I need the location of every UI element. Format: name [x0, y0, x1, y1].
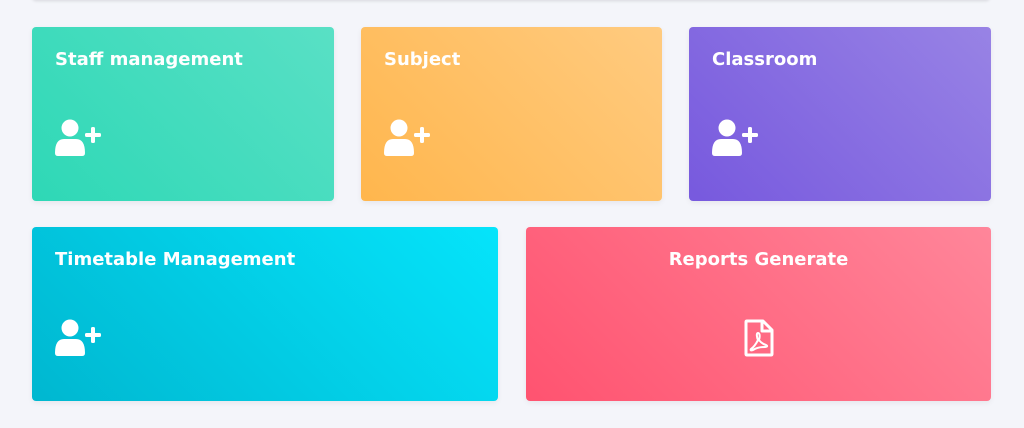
card-title: Staff management [55, 49, 243, 70]
user-plus-icon [55, 319, 101, 356]
timetable-management-card[interactable]: Timetable Management [32, 227, 498, 401]
card-title: Classroom [712, 49, 818, 70]
reports-generate-card[interactable]: Reports Generate [526, 227, 991, 401]
file-pdf-icon [744, 319, 773, 357]
card-title: Timetable Management [55, 249, 296, 270]
staff-management-card[interactable]: Staff management [32, 27, 334, 201]
classroom-card[interactable]: Classroom [689, 27, 991, 201]
card-title: Subject [384, 49, 461, 70]
user-plus-icon [55, 119, 101, 156]
subject-card[interactable]: Subject [361, 27, 662, 201]
card-title: Reports Generate [668, 249, 849, 270]
user-plus-icon [712, 119, 758, 156]
user-plus-icon [384, 119, 430, 156]
